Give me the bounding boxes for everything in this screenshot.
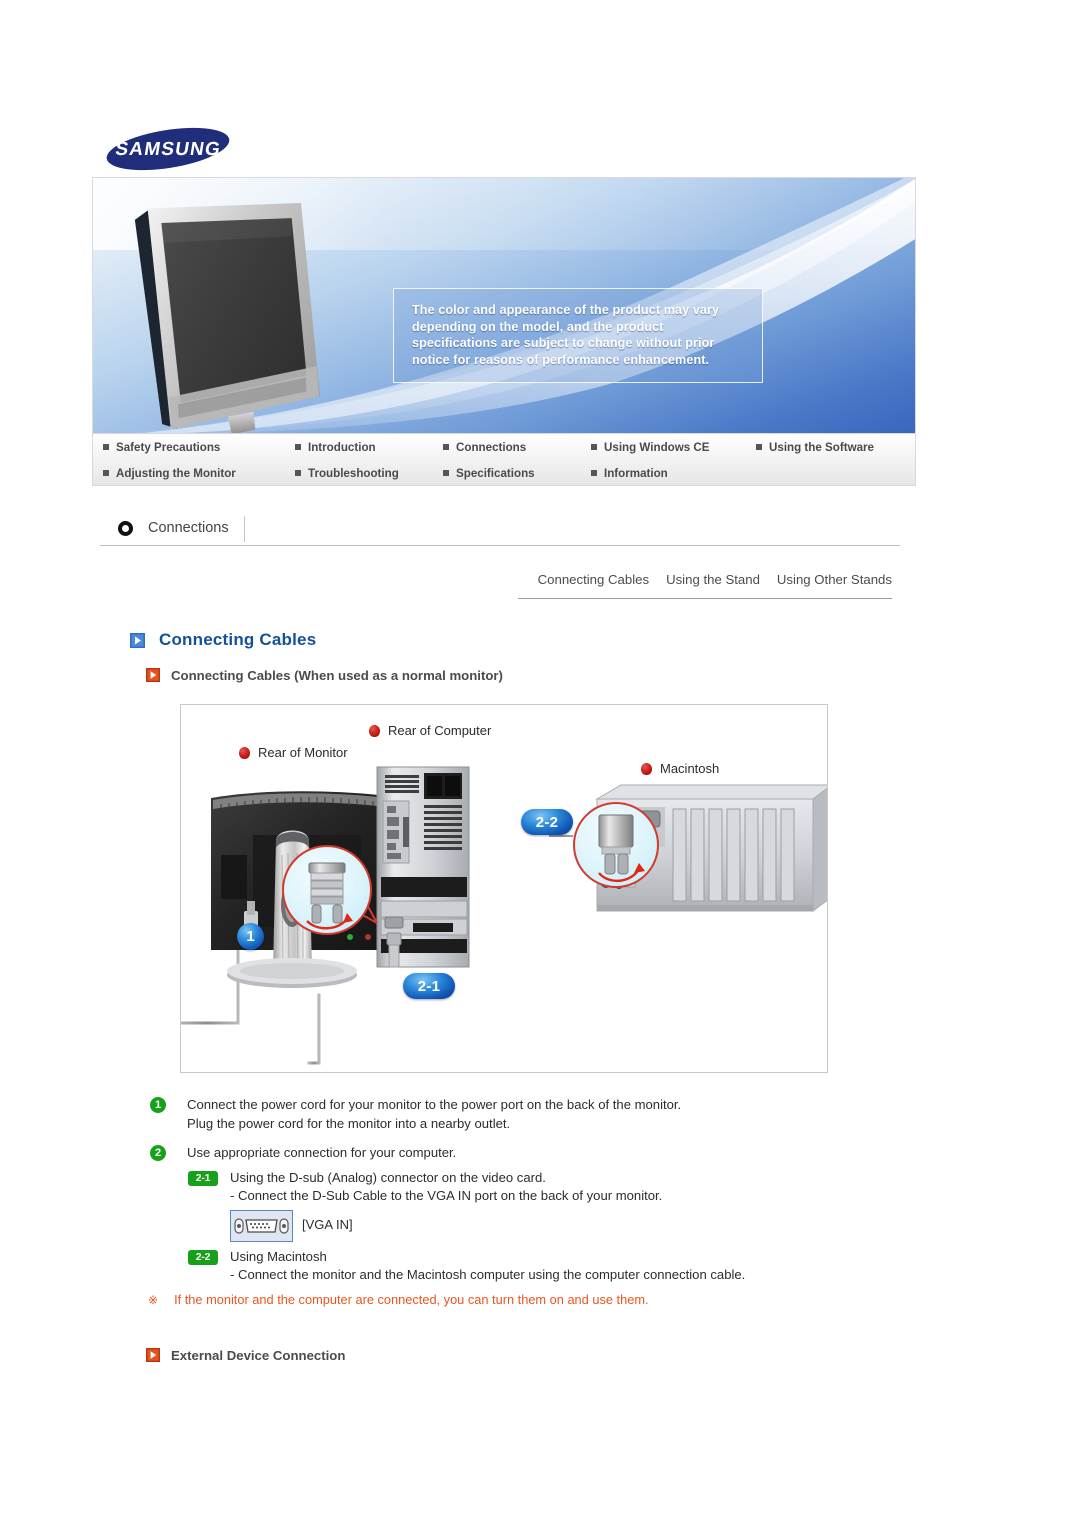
nav-label: Adjusting the Monitor <box>116 466 236 480</box>
note-row: ※ If the monitor and the computer are co… <box>148 1292 649 1309</box>
tab-using-other-stands[interactable]: Using Other Stands <box>777 572 892 587</box>
substep-line: - Connect the monitor and the Macintosh … <box>230 1267 746 1282</box>
step-number-badge: 2 <box>150 1145 166 1161</box>
nav-label: Troubleshooting <box>308 466 399 480</box>
section-title: Connections <box>148 520 229 536</box>
external-device-title: External Device Connection <box>171 1348 346 1363</box>
nav-item-connections[interactable]: Connections <box>443 441 591 454</box>
nav-label: Information <box>604 466 668 480</box>
diagram-label-text: Macintosh <box>660 761 720 776</box>
samsung-logo: SAMSUNG <box>103 126 233 172</box>
substep-body: Using Macintosh - Connect the monitor an… <box>230 1248 910 1285</box>
substep-number-badge: 2-2 <box>188 1249 218 1265</box>
page-title-row: Connecting Cables <box>130 630 316 650</box>
vga-port-row: [VGA IN] <box>230 1209 910 1242</box>
note-text: If the monitor and the computer are conn… <box>174 1292 649 1307</box>
square-bullet-icon <box>295 444 301 450</box>
step-line: Use appropriate connection for your comp… <box>187 1145 457 1160</box>
sub-tabs: Connecting Cables Using the Stand Using … <box>518 572 892 587</box>
instructions-list: 1 Connect the power cord for your monito… <box>150 1096 910 1289</box>
red-dot-icon <box>369 724 380 737</box>
square-bullet-icon <box>443 444 449 450</box>
square-bullet-icon <box>443 470 449 476</box>
square-bullet-icon <box>591 444 597 450</box>
macintosh-connector-loupe <box>573 802 659 888</box>
instruction-substep-2-2: 2-2 Using Macintosh - Connect the monito… <box>188 1248 910 1285</box>
square-bullet-icon <box>295 470 301 476</box>
nav-label: Connections <box>456 440 527 454</box>
diagram-badge-1: 1 <box>237 923 264 950</box>
sub-tabs-rule <box>518 598 892 599</box>
square-bullet-icon <box>591 470 597 476</box>
vga-connector-icon <box>230 1209 293 1242</box>
top-navigation-row-1: Safety Precautions Introduction Connecti… <box>93 434 915 460</box>
diagram-badge-2-2: 2-2 <box>521 809 573 835</box>
substep-line: Using the D-sub (Analog) connector on th… <box>230 1169 546 1185</box>
square-bullet-icon <box>103 444 109 450</box>
substep-line: - Connect the D-Sub Cable to the VGA IN … <box>230 1188 663 1203</box>
horizontal-divider <box>100 545 900 546</box>
instruction-step-2: 2 Use appropriate connection for your co… <box>150 1144 910 1163</box>
nav-label: Using the Software <box>769 440 875 454</box>
nav-label: Introduction <box>308 440 376 454</box>
nav-item-information[interactable]: Information <box>591 467 668 480</box>
reference-mark-icon: ※ <box>148 1293 159 1307</box>
connection-diagram: Rear of Monitor Rear of Computer Macinto… <box>180 704 828 1073</box>
hero-disclaimer-text: The color and appearance of the product … <box>393 288 763 383</box>
play-red-icon <box>146 1348 161 1363</box>
top-navigation: Safety Precautions Introduction Connecti… <box>92 434 916 486</box>
vertical-divider <box>244 516 245 542</box>
diagram-label-text: Rear of Monitor <box>258 745 348 760</box>
square-bullet-icon <box>103 470 109 476</box>
square-bullet-icon <box>756 444 762 450</box>
tab-connecting-cables[interactable]: Connecting Cables <box>538 572 649 587</box>
section-header: Connections <box>96 514 908 546</box>
substep-number-badge: 2-1 <box>188 1170 218 1186</box>
computer-illustration <box>376 766 470 968</box>
red-dot-icon <box>239 746 250 759</box>
nav-label: Using Windows CE <box>604 440 710 454</box>
diagram-label-monitor: Rear of Monitor <box>239 745 348 760</box>
substep-body: Using the D-sub (Analog) connector on th… <box>230 1169 910 1206</box>
nav-item-introduction[interactable]: Introduction <box>295 441 443 454</box>
nav-item-troubleshooting[interactable]: Troubleshooting <box>295 467 443 480</box>
vga-caption: [VGA IN] <box>302 1217 353 1233</box>
nav-label: Safety Precautions <box>116 440 221 454</box>
play-blue-icon <box>130 632 145 648</box>
nav-item-specifications[interactable]: Specifications <box>443 467 591 480</box>
instruction-step-1: 1 Connect the power cord for your monito… <box>150 1096 910 1133</box>
top-navigation-row-2: Adjusting the Monitor Troubleshooting Sp… <box>93 460 915 486</box>
step-body: Use appropriate connection for your comp… <box>187 1144 910 1163</box>
diagram-badge-2-1: 2-1 <box>403 973 455 999</box>
play-red-icon <box>146 668 161 683</box>
step-line: Connect the power cord for your monitor … <box>187 1097 682 1112</box>
diagram-label-macintosh: Macintosh <box>641 761 719 776</box>
step-line: Plug the power cord for the monitor into… <box>187 1115 511 1131</box>
diagram-label-computer: Rear of Computer <box>369 723 491 738</box>
nav-item-safety-precautions[interactable]: Safety Precautions <box>103 441 295 454</box>
red-dot-icon <box>641 762 652 775</box>
nav-item-using-the-software[interactable]: Using the Software <box>756 441 874 454</box>
nav-item-adjusting-the-monitor[interactable]: Adjusting the Monitor <box>103 467 295 480</box>
instruction-substep-2-1: 2-1 Using the D-sub (Analog) connector o… <box>188 1169 910 1206</box>
svg-text:SAMSUNG: SAMSUNG <box>114 139 223 160</box>
subsection-title: Connecting Cables (When used as a normal… <box>171 668 503 683</box>
ring-icon <box>118 521 133 536</box>
hero-banner: The color and appearance of the product … <box>92 177 916 434</box>
substep-line: Using Macintosh <box>230 1248 327 1264</box>
hero-monitor-image <box>125 181 366 433</box>
step-body: Connect the power cord for your monitor … <box>187 1096 910 1133</box>
external-device-title-row: External Device Connection <box>146 1348 345 1363</box>
subsection-title-row: Connecting Cables (When used as a normal… <box>146 668 503 683</box>
page-title: Connecting Cables <box>159 630 317 649</box>
tab-using-the-stand[interactable]: Using the Stand <box>666 572 760 587</box>
step-number-badge: 1 <box>150 1097 166 1113</box>
nav-label: Specifications <box>456 466 535 480</box>
document-page: SAMSUNG The color and appearance of the … <box>0 0 1080 1528</box>
diagram-label-text: Rear of Computer <box>388 723 492 738</box>
diagram-graphic <box>181 766 827 1065</box>
nav-item-using-windows-ce[interactable]: Using Windows CE <box>591 441 756 454</box>
